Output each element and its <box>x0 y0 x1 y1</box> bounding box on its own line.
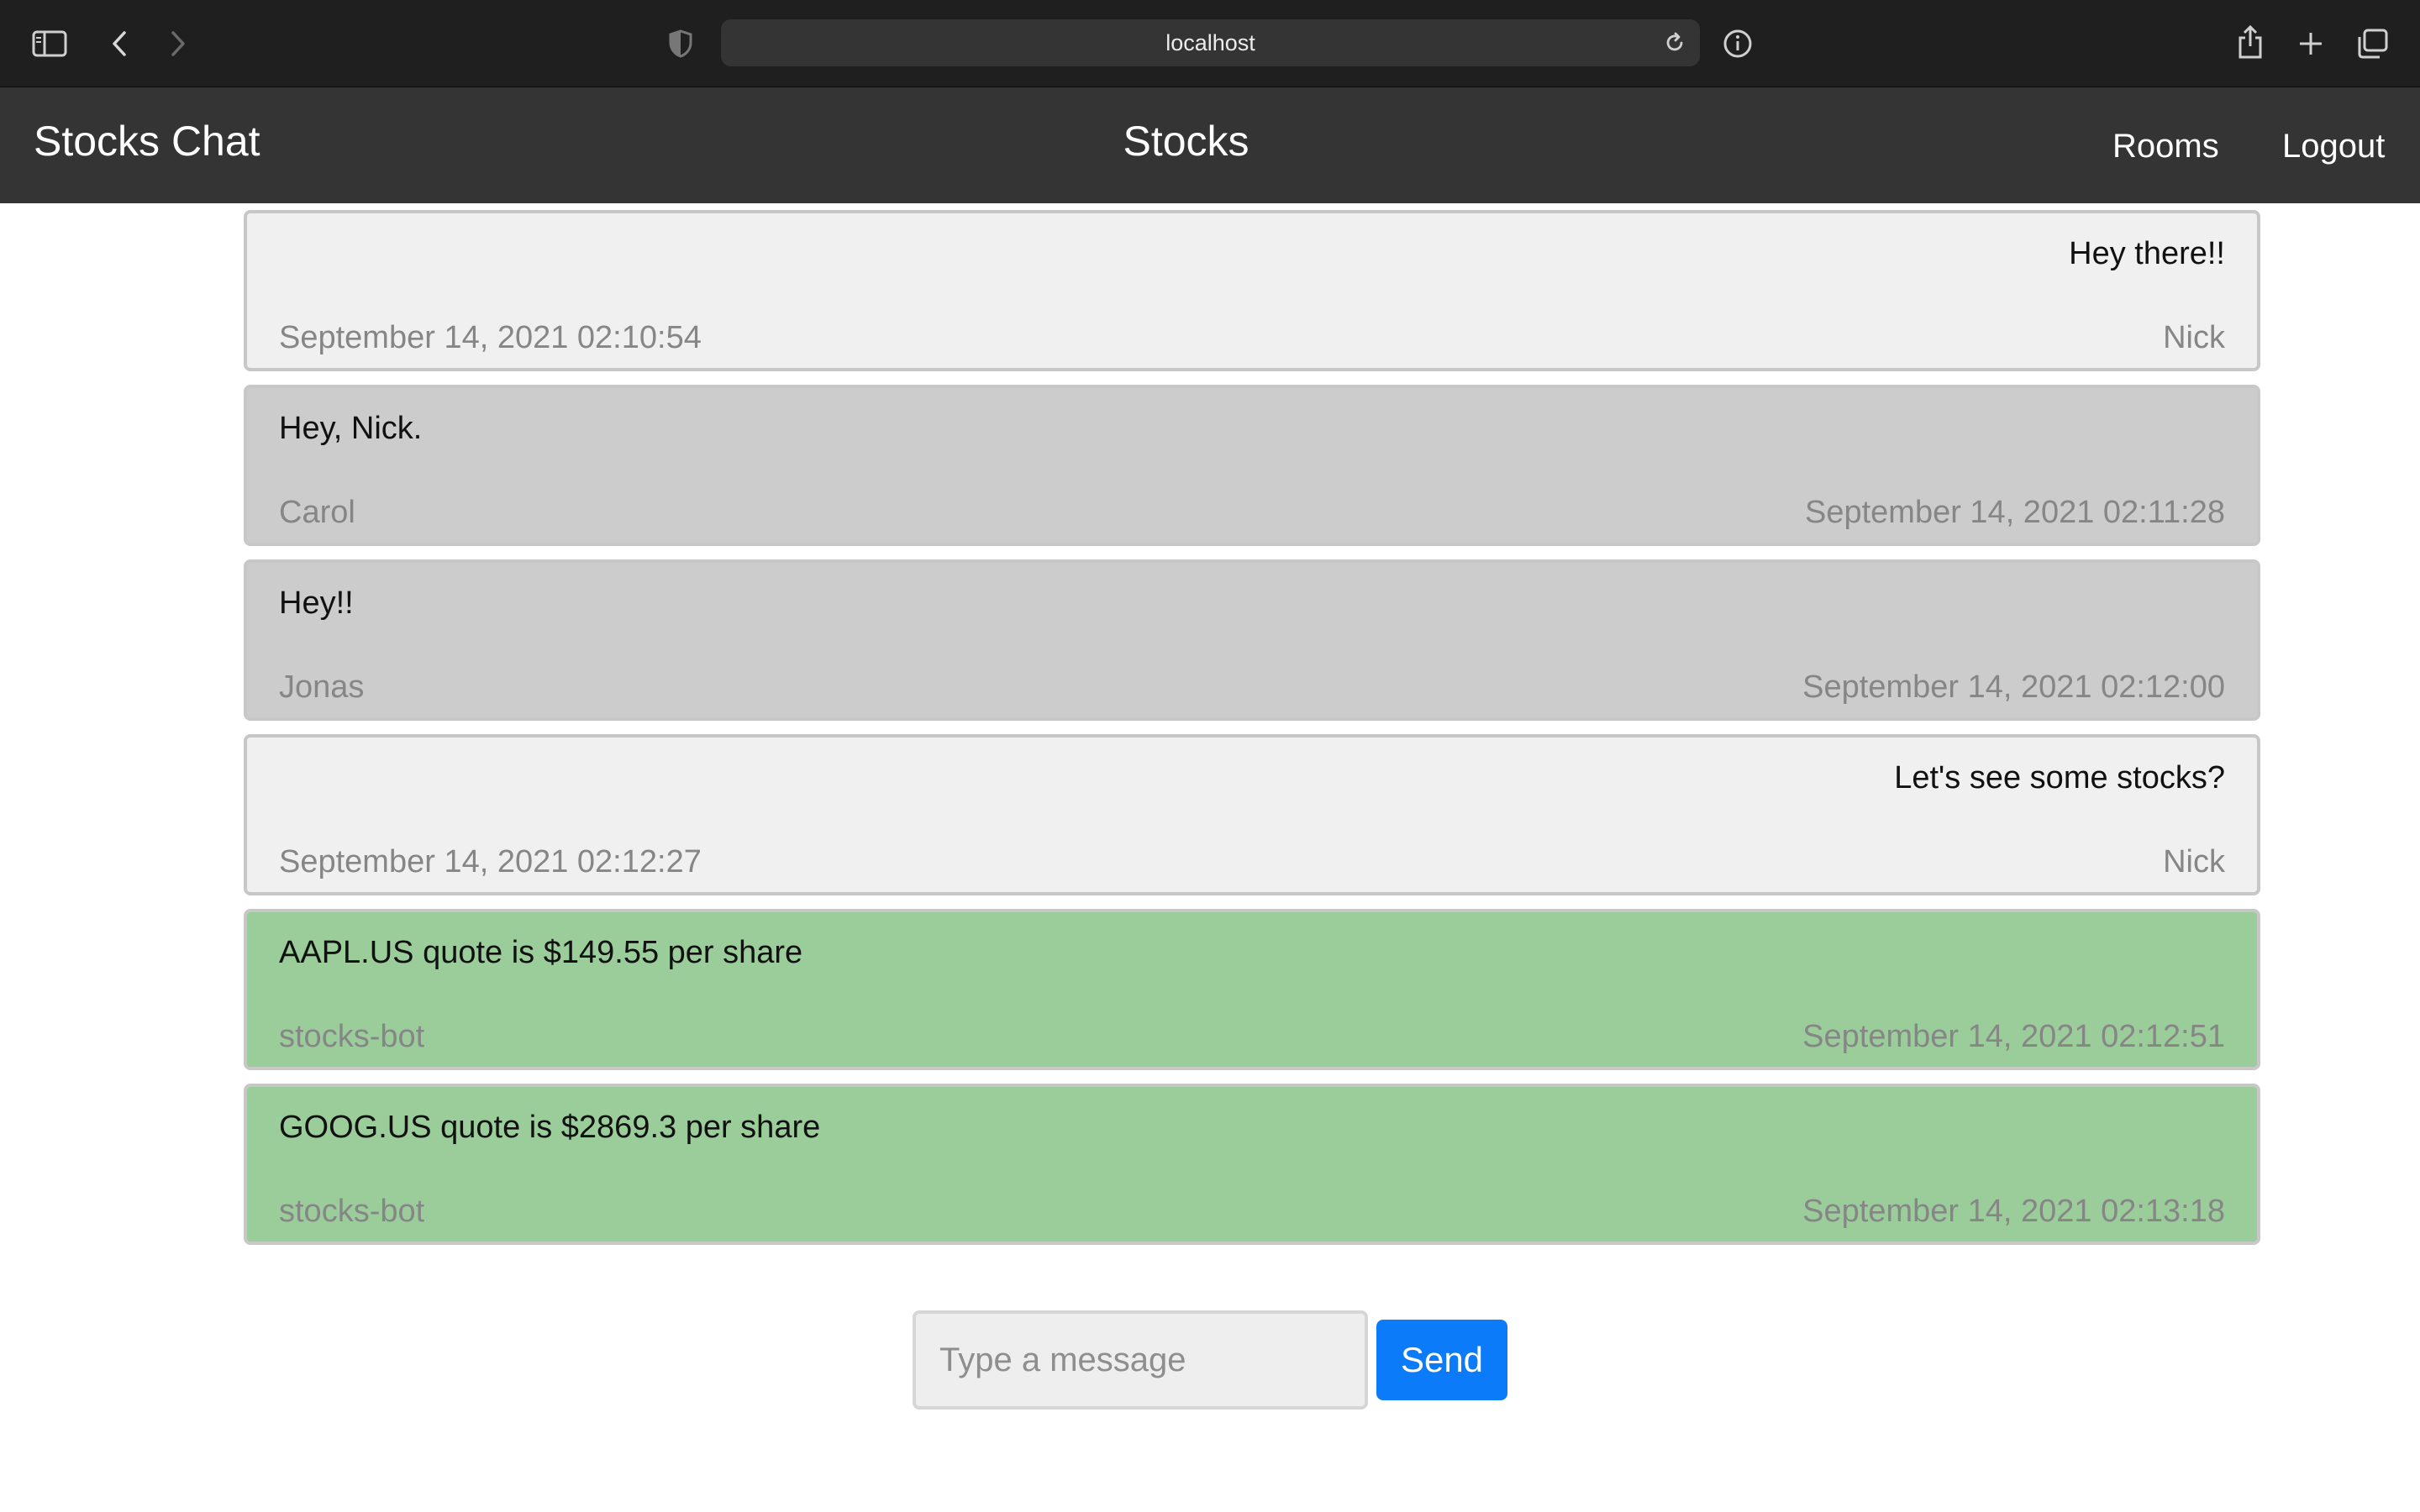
message-timestamp: September 14, 2021 02:13:18 <box>1802 1194 2225 1229</box>
sidebar-icon[interactable] <box>30 25 69 62</box>
send-button[interactable]: Send <box>1376 1320 1507 1400</box>
message-card: Let's see some stocks? September 14, 202… <box>244 734 2260 895</box>
new-tab-icon[interactable] <box>2294 25 2328 62</box>
message-input[interactable] <box>913 1310 1368 1410</box>
message-text: Hey!! <box>279 585 354 621</box>
nav-link-logout[interactable]: Logout <box>2282 121 2385 171</box>
message-timestamp: September 14, 2021 02:11:28 <box>1804 495 2225 530</box>
message-author: stocks-bot <box>279 1019 425 1054</box>
message-text: Let's see some stocks? <box>1894 760 2225 795</box>
tabs-overview-icon[interactable] <box>2354 25 2390 62</box>
message-text: Hey there!! <box>2069 236 2225 271</box>
nav-link-rooms[interactable]: Rooms <box>2112 121 2219 171</box>
browser-toolbar: localhost <box>0 0 2420 87</box>
message-timestamp: September 14, 2021 02:12:00 <box>1802 669 2225 705</box>
message-card: Hey!! Jonas September 14, 2021 02:12:00 <box>244 559 2260 721</box>
message-author: Carol <box>279 495 355 530</box>
message-timestamp: September 14, 2021 02:12:27 <box>279 844 702 879</box>
app-navbar: Stocks Chat Stocks Rooms Logout <box>0 87 2420 203</box>
message-timestamp: September 14, 2021 02:12:51 <box>1802 1019 2225 1054</box>
info-icon[interactable] <box>1721 25 1754 62</box>
message-text: AAPL.US quote is $149.55 per share <box>279 935 803 970</box>
message-author: stocks-bot <box>279 1194 425 1229</box>
message-timestamp: September 14, 2021 02:10:54 <box>279 320 702 355</box>
message-card: Hey there!! September 14, 2021 02:10:54 … <box>244 210 2260 371</box>
bot-message-card: AAPL.US quote is $149.55 per share stock… <box>244 909 2260 1070</box>
page-title: Stocks <box>1123 118 1249 165</box>
bot-message-card: GOOG.US quote is $2869.3 per share stock… <box>244 1084 2260 1245</box>
share-icon[interactable] <box>2235 22 2265 62</box>
shield-icon[interactable] <box>666 27 696 60</box>
reload-icon[interactable] <box>1658 26 1691 60</box>
message-author: Nick <box>2163 844 2225 879</box>
message-author: Nick <box>2163 320 2225 355</box>
address-bar[interactable]: localhost <box>721 19 1700 66</box>
message-author: Jonas <box>279 669 365 705</box>
message-card: Hey, Nick. Carol September 14, 2021 02:1… <box>244 385 2260 546</box>
back-icon[interactable] <box>104 25 134 62</box>
url-text: localhost <box>1165 29 1255 55</box>
forward-icon[interactable] <box>163 25 193 62</box>
message-text: GOOG.US quote is $2869.3 per share <box>279 1110 821 1145</box>
message-composer: Send <box>913 1310 1507 1410</box>
message-list: Hey there!! September 14, 2021 02:10:54 … <box>244 210 2260 1258</box>
message-text: Hey, Nick. <box>279 411 423 446</box>
